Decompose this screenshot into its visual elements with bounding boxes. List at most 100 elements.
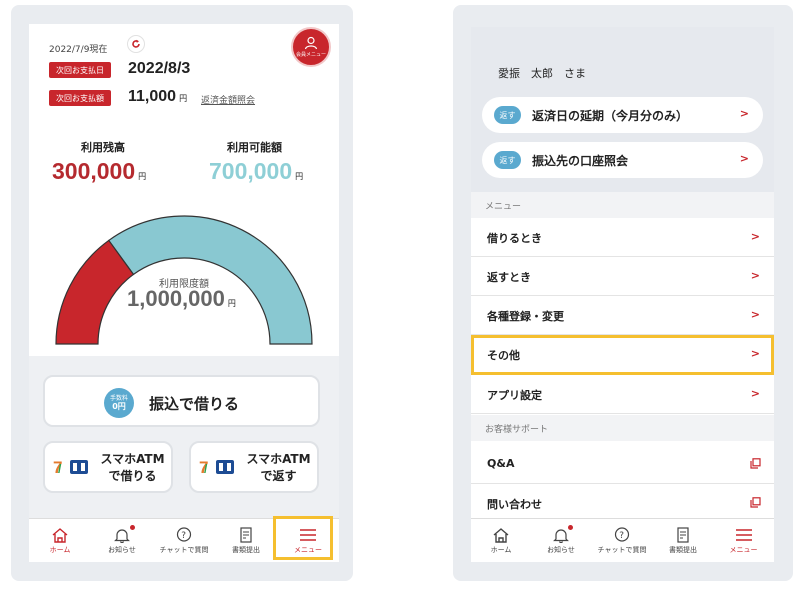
fee-badge-value: 0円	[112, 401, 126, 411]
menu-item-label: 借りるとき	[487, 232, 542, 245]
available-label: 利用可能額	[227, 141, 282, 154]
next-amount-value: 11,000	[128, 88, 177, 105]
next-amount-tag: 次回お支払額	[49, 90, 111, 106]
fee-badge: 手数料 0円	[104, 388, 134, 418]
hamburger-icon	[735, 529, 752, 541]
chevron-right-icon: >	[750, 230, 760, 243]
tab-home[interactable]: ホーム	[29, 519, 91, 562]
yen-unit: 円	[179, 94, 188, 103]
support-section-header: お客様サポート	[471, 415, 774, 441]
notification-dot	[568, 525, 573, 530]
chat-question-icon: ?	[176, 527, 192, 542]
refresh-icon	[132, 39, 140, 48]
tab-menu[interactable]: メニュー	[713, 519, 774, 562]
tab-notifications[interactable]: お知らせ	[531, 519, 591, 562]
tab-home[interactable]: ホーム	[471, 519, 531, 562]
transfer-borrow-label: 振込で借りる	[149, 395, 240, 413]
tab-notifications-label: お知らせ	[108, 546, 136, 554]
menu-item-borrow[interactable]: 借りるとき >	[471, 218, 774, 257]
menu-screen: 愛振 太郎 さま 返す 返済日の延期（今月分のみ） > 返す 振込先の口座照会 …	[471, 27, 774, 562]
menu-item-other-highlight	[471, 335, 774, 375]
document-icon	[240, 527, 252, 543]
next-due-date: 2022/8/3	[128, 60, 191, 77]
repay-badge: 返す	[494, 106, 521, 124]
account-inquiry-label: 振込先の口座照会	[532, 154, 629, 168]
chevron-right-icon: >	[739, 152, 749, 165]
tab-menu-label: メニュー	[729, 546, 758, 554]
tab-chat[interactable]: ? チャットで質問	[591, 519, 653, 562]
tab-documents-label: 書類提出	[669, 546, 697, 554]
fee-badge-label: 手数料	[109, 394, 128, 402]
menu-item-label: 返すとき	[487, 271, 531, 284]
menu-section-header: メニュー	[471, 192, 774, 218]
atm-borrow-button[interactable]: 7 / スマホATM で借りる	[43, 441, 173, 493]
atm-borrow-label: スマホATM で借りる	[95, 451, 170, 486]
postpone-due-shortcut[interactable]: 返す 返済日の延期（今月分のみ） >	[482, 97, 763, 133]
chat-question-icon: ?	[614, 527, 630, 542]
repay-badge: 返す	[494, 151, 521, 169]
available-value: 700,000	[209, 158, 293, 184]
tab-notifications[interactable]: お知らせ	[91, 519, 153, 562]
atm-borrow-line1: スマホATM	[100, 452, 165, 466]
svg-text:?: ?	[181, 531, 186, 541]
atm-borrow-line2: で借りる	[108, 469, 157, 484]
menu-item-repay[interactable]: 返すとき >	[471, 257, 774, 296]
menu-item-faq[interactable]: Q&A	[471, 445, 774, 484]
home-icon	[493, 528, 509, 543]
chevron-right-icon: >	[750, 387, 760, 400]
chevron-right-icon: >	[750, 269, 760, 282]
bell-icon	[553, 529, 569, 543]
document-icon	[677, 527, 689, 543]
transfer-borrow-button[interactable]: 手数料 0円 振込で借りる	[43, 375, 320, 427]
atm-repay-label: スマホATM で返す	[241, 451, 316, 486]
atm-repay-button[interactable]: 7 / スマホATM で返す	[189, 441, 319, 493]
person-icon	[304, 36, 318, 50]
yen-unit: 円	[295, 172, 304, 181]
tab-chat-label: チャットで質問	[597, 546, 647, 554]
member-menu-label: 会員メニュー	[295, 52, 326, 58]
menu-item-label: Q&A	[487, 457, 515, 470]
home-icon	[52, 528, 68, 543]
menu-item-label: 問い合わせ	[487, 498, 542, 511]
next-amount: 11,000 円	[128, 88, 187, 106]
chevron-right-icon: >	[739, 107, 749, 120]
notification-dot	[130, 525, 135, 530]
tab-documents[interactable]: 書類提出	[215, 519, 277, 562]
refresh-button[interactable]	[127, 35, 145, 53]
yen-unit: 円	[138, 172, 147, 181]
tab-menu-highlight	[273, 516, 333, 560]
available-amount: 700,000 円	[209, 158, 303, 185]
external-link-icon	[750, 497, 761, 508]
chevron-right-icon: >	[750, 308, 760, 321]
limit-value: 1,000,000	[127, 286, 225, 311]
repayment-inquiry-link[interactable]: 返済金額照会	[201, 93, 255, 106]
seven-bank-logo-icon: 7 /	[53, 458, 88, 477]
yen-unit: 円	[227, 299, 236, 308]
next-due-tag: 次回お支払日	[49, 62, 111, 78]
menu-item-label: アプリ設定	[487, 389, 542, 402]
home-screen: 2022/7/9現在 会員メニュー 次回お支払日 2022/8/3 次回お支払額…	[29, 24, 339, 562]
balance-label: 利用残高	[81, 141, 125, 154]
tab-notifications-label: お知らせ	[547, 546, 575, 554]
tab-bar: ホーム お知らせ ? チャットで質問 書類提出 メニュー	[471, 518, 774, 562]
menu-item-label: 各種登録・変更	[487, 310, 564, 323]
menu-item-app-settings[interactable]: アプリ設定 >	[471, 375, 774, 414]
bell-icon	[114, 529, 130, 543]
tab-documents[interactable]: 書類提出	[653, 519, 713, 562]
account-inquiry-shortcut[interactable]: 返す 振込先の口座照会 >	[482, 142, 763, 178]
tab-chat[interactable]: ? チャットで質問	[153, 519, 215, 562]
balance-amount: 300,000 円	[52, 158, 146, 185]
user-name: 愛振 太郎 さま	[498, 67, 586, 80]
tab-documents-label: 書類提出	[232, 546, 260, 554]
as-of-date: 2022/7/9現在	[49, 45, 108, 55]
svg-text:?: ?	[619, 531, 624, 541]
tab-home-label: ホーム	[49, 546, 71, 554]
tab-home-label: ホーム	[490, 546, 512, 554]
menu-item-registration[interactable]: 各種登録・変更 >	[471, 296, 774, 335]
limit-amount: 1,000,000 円	[127, 286, 236, 312]
atm-repay-line2: で返す	[260, 469, 297, 484]
atm-repay-line1: スマホATM	[246, 452, 311, 466]
tab-chat-label: チャットで質問	[159, 546, 209, 554]
member-menu-button[interactable]: 会員メニュー	[291, 27, 331, 67]
external-link-icon	[750, 458, 761, 469]
